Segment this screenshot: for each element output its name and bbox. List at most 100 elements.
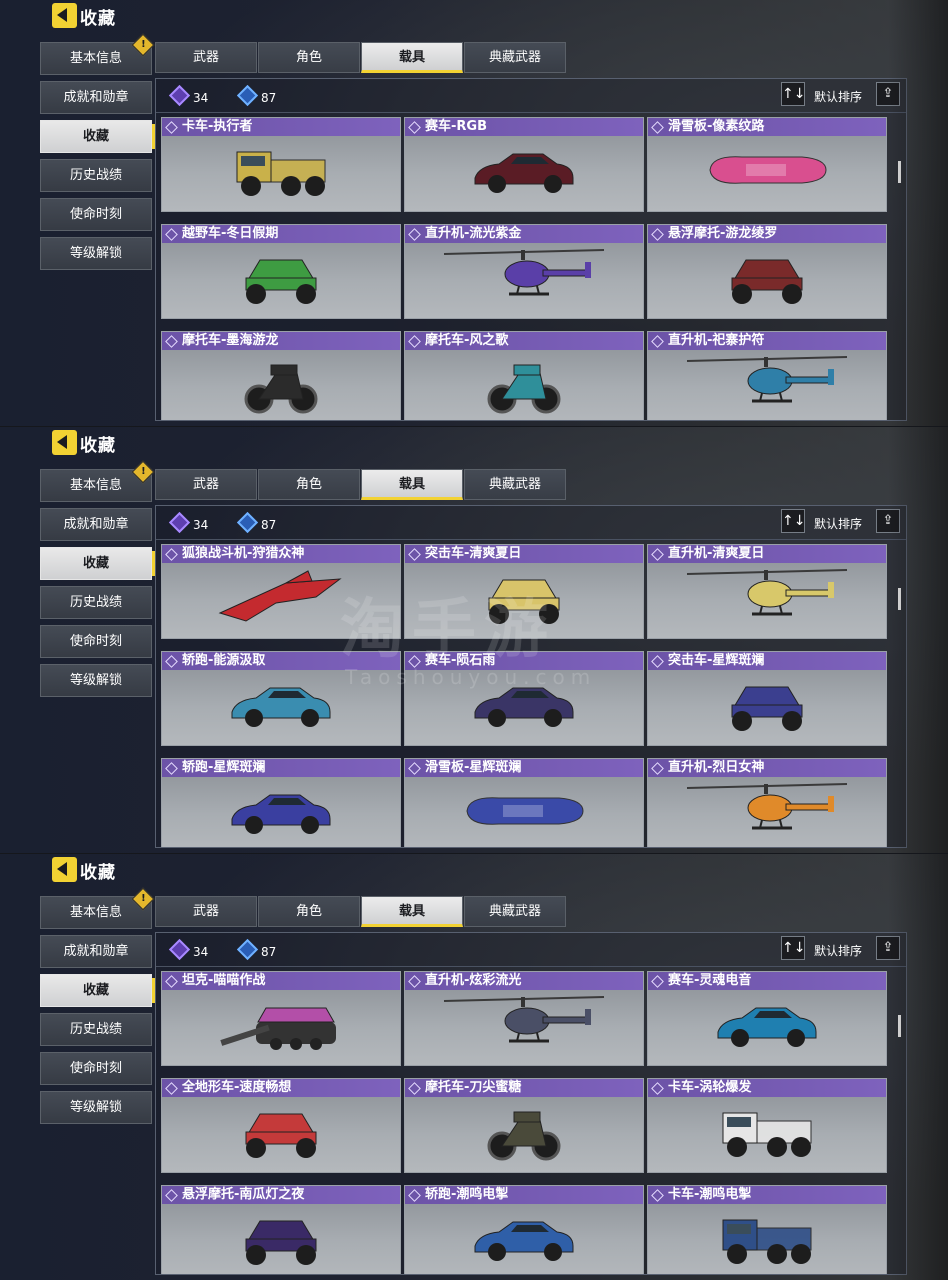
vehicle-card[interactable]: 卡车-涡轮爆发 bbox=[647, 1078, 887, 1173]
category-tab[interactable]: 载具 bbox=[361, 42, 463, 73]
sidebar-item[interactable]: 使命时刻 bbox=[40, 198, 152, 231]
vehicle-card[interactable]: 悬浮摩托-南瓜灯之夜 bbox=[161, 1185, 401, 1274]
vehicle-card[interactable]: 轿跑-星辉斑斓 bbox=[161, 758, 401, 847]
page-title: 收藏 bbox=[80, 9, 116, 29]
vehicle-buggy-icon bbox=[238, 1100, 324, 1166]
sidebar-item[interactable]: 历史战绩 bbox=[40, 1013, 152, 1046]
vehicle-heli-icon bbox=[682, 349, 852, 420]
sidebar-item[interactable]: 等级解锁 bbox=[40, 664, 152, 697]
vehicle-name: 突击车-清爽夏日 bbox=[405, 545, 643, 563]
vehicle-card[interactable]: 滑雪板-星辉斑斓 bbox=[404, 758, 644, 847]
vehicle-car-icon bbox=[469, 1212, 579, 1268]
vehicle-grid: 34 87 ↑↓ 默认排序 ⇪ 坦克-喵喵作战 直升机-炫彩流光 赛车-灵魂电音 bbox=[155, 932, 907, 1275]
purple-currency-value: 34 bbox=[193, 518, 209, 532]
vehicle-name: 全地形车-速度畅想 bbox=[162, 1079, 400, 1097]
alert-mark: ! bbox=[141, 893, 146, 905]
vehicle-name: 直升机-烈日女神 bbox=[648, 759, 886, 777]
vehicle-card[interactable]: 直升机-清爽夏日 bbox=[647, 544, 887, 639]
vehicle-moto-icon bbox=[484, 353, 564, 419]
vehicle-name: 摩托车-墨海游龙 bbox=[162, 332, 400, 350]
vehicle-card[interactable]: 卡车-执行者 bbox=[161, 117, 401, 212]
category-tab[interactable]: 载具 bbox=[361, 896, 463, 927]
blue-gem-icon bbox=[236, 84, 259, 107]
vehicle-card[interactable]: 摩托车-风之歌 bbox=[404, 331, 644, 420]
vehicle-heli-icon bbox=[682, 562, 852, 636]
category-tab[interactable]: 角色 bbox=[258, 469, 360, 500]
share-icon[interactable]: ⇪ bbox=[876, 936, 900, 960]
vehicle-truck-icon bbox=[717, 1206, 817, 1274]
category-tab[interactable]: 典藏武器 bbox=[464, 42, 566, 73]
vehicle-name: 轿跑-潮鸣电掣 bbox=[405, 1186, 643, 1204]
vehicle-card[interactable]: 赛车-灵魂电音 bbox=[647, 971, 887, 1066]
vehicle-card[interactable]: 全地形车-速度畅想 bbox=[161, 1078, 401, 1173]
divider bbox=[156, 539, 906, 540]
vehicle-card[interactable]: 突击车-星辉斑斓 bbox=[647, 651, 887, 746]
vehicle-car-icon bbox=[469, 144, 579, 200]
vehicle-card[interactable]: 轿跑-潮鸣电掣 bbox=[404, 1185, 644, 1274]
vehicle-name: 卡车-潮鸣电掣 bbox=[648, 1186, 886, 1204]
sort-label[interactable]: 默认排序 bbox=[814, 88, 862, 105]
sidebar-item[interactable]: 历史战绩 bbox=[40, 159, 152, 192]
sort-label[interactable]: 默认排序 bbox=[814, 515, 862, 532]
vehicle-card[interactable]: 摩托车-墨海游龙 bbox=[161, 331, 401, 420]
vehicle-card[interactable]: 坦克-喵喵作战 bbox=[161, 971, 401, 1066]
vehicle-name: 悬浮摩托-游龙绫罗 bbox=[648, 225, 886, 243]
back-arrow-icon[interactable] bbox=[52, 3, 77, 28]
sort-icon[interactable]: ↑↓ bbox=[781, 509, 805, 533]
vehicle-card[interactable]: 卡车-潮鸣电掣 bbox=[647, 1185, 887, 1274]
sidebar-item[interactable]: 成就和勋章 bbox=[40, 935, 152, 968]
sidebar-item[interactable]: 使命时刻 bbox=[40, 625, 152, 658]
vehicle-card[interactable]: 直升机-祀寨护符 bbox=[647, 331, 887, 420]
scrollbar[interactable] bbox=[898, 588, 901, 610]
vehicle-card[interactable]: 直升机-流光紫金 bbox=[404, 224, 644, 319]
sidebar-item[interactable]: 收藏 bbox=[40, 120, 155, 153]
sidebar-item[interactable]: 收藏 bbox=[40, 547, 155, 580]
sidebar-item[interactable]: 成就和勋章 bbox=[40, 81, 152, 114]
divider bbox=[156, 112, 906, 113]
category-tab[interactable]: 武器 bbox=[155, 896, 257, 927]
sort-icon[interactable]: ↑↓ bbox=[781, 936, 805, 960]
category-tab[interactable]: 角色 bbox=[258, 896, 360, 927]
back-arrow-icon[interactable] bbox=[52, 857, 77, 882]
scrollbar[interactable] bbox=[898, 1015, 901, 1037]
category-tab[interactable]: 典藏武器 bbox=[464, 469, 566, 500]
share-icon[interactable]: ⇪ bbox=[876, 509, 900, 533]
vehicle-card[interactable]: 越野车-冬日假期 bbox=[161, 224, 401, 319]
category-tab[interactable]: 武器 bbox=[155, 469, 257, 500]
category-tab[interactable]: 典藏武器 bbox=[464, 896, 566, 927]
vehicle-card[interactable]: 摩托车-刀尖蜜糖 bbox=[404, 1078, 644, 1173]
sidebar-item[interactable]: 使命时刻 bbox=[40, 1052, 152, 1085]
purple-currency-value: 34 bbox=[193, 91, 209, 105]
vehicle-moto-icon bbox=[241, 353, 321, 419]
scrollbar[interactable] bbox=[898, 161, 901, 183]
vehicle-card[interactable]: 滑雪板-像素纹路 bbox=[647, 117, 887, 212]
sidebar-item[interactable]: 收藏 bbox=[40, 974, 155, 1007]
vehicle-card[interactable]: 直升机-烈日女神 bbox=[647, 758, 887, 847]
vehicle-car-icon bbox=[712, 998, 822, 1054]
vehicle-card[interactable]: 直升机-炫彩流光 bbox=[404, 971, 644, 1066]
category-tab[interactable]: 载具 bbox=[361, 469, 463, 500]
vehicle-name: 卡车-执行者 bbox=[162, 118, 400, 136]
sidebar-item[interactable]: 等级解锁 bbox=[40, 237, 152, 270]
share-icon[interactable]: ⇪ bbox=[876, 82, 900, 106]
sort-icon[interactable]: ↑↓ bbox=[781, 82, 805, 106]
sidebar-item[interactable]: 成就和勋章 bbox=[40, 508, 152, 541]
vehicle-buggy-icon bbox=[724, 673, 810, 739]
vehicle-card[interactable]: 赛车-RGB bbox=[404, 117, 644, 212]
sidebar-item[interactable]: 历史战绩 bbox=[40, 586, 152, 619]
category-tab[interactable]: 角色 bbox=[258, 42, 360, 73]
purple-currency: 34 bbox=[168, 84, 209, 107]
sidebar-item[interactable]: 等级解锁 bbox=[40, 1091, 152, 1124]
divider bbox=[156, 966, 906, 967]
vehicle-car-icon bbox=[226, 785, 336, 841]
blue-currency: 87 bbox=[236, 938, 276, 961]
category-tab[interactable]: 武器 bbox=[155, 42, 257, 73]
page-title: 收藏 bbox=[80, 436, 116, 456]
vehicle-name: 狐狼战斗机-狩猎众神 bbox=[162, 545, 400, 563]
purple-gem-icon bbox=[168, 511, 191, 534]
vehicle-car-icon bbox=[226, 678, 336, 734]
sort-label[interactable]: 默认排序 bbox=[814, 942, 862, 959]
vehicle-card[interactable]: 悬浮摩托-游龙绫罗 bbox=[647, 224, 887, 319]
back-arrow-icon[interactable] bbox=[52, 430, 77, 455]
purple-currency: 34 bbox=[168, 511, 209, 534]
